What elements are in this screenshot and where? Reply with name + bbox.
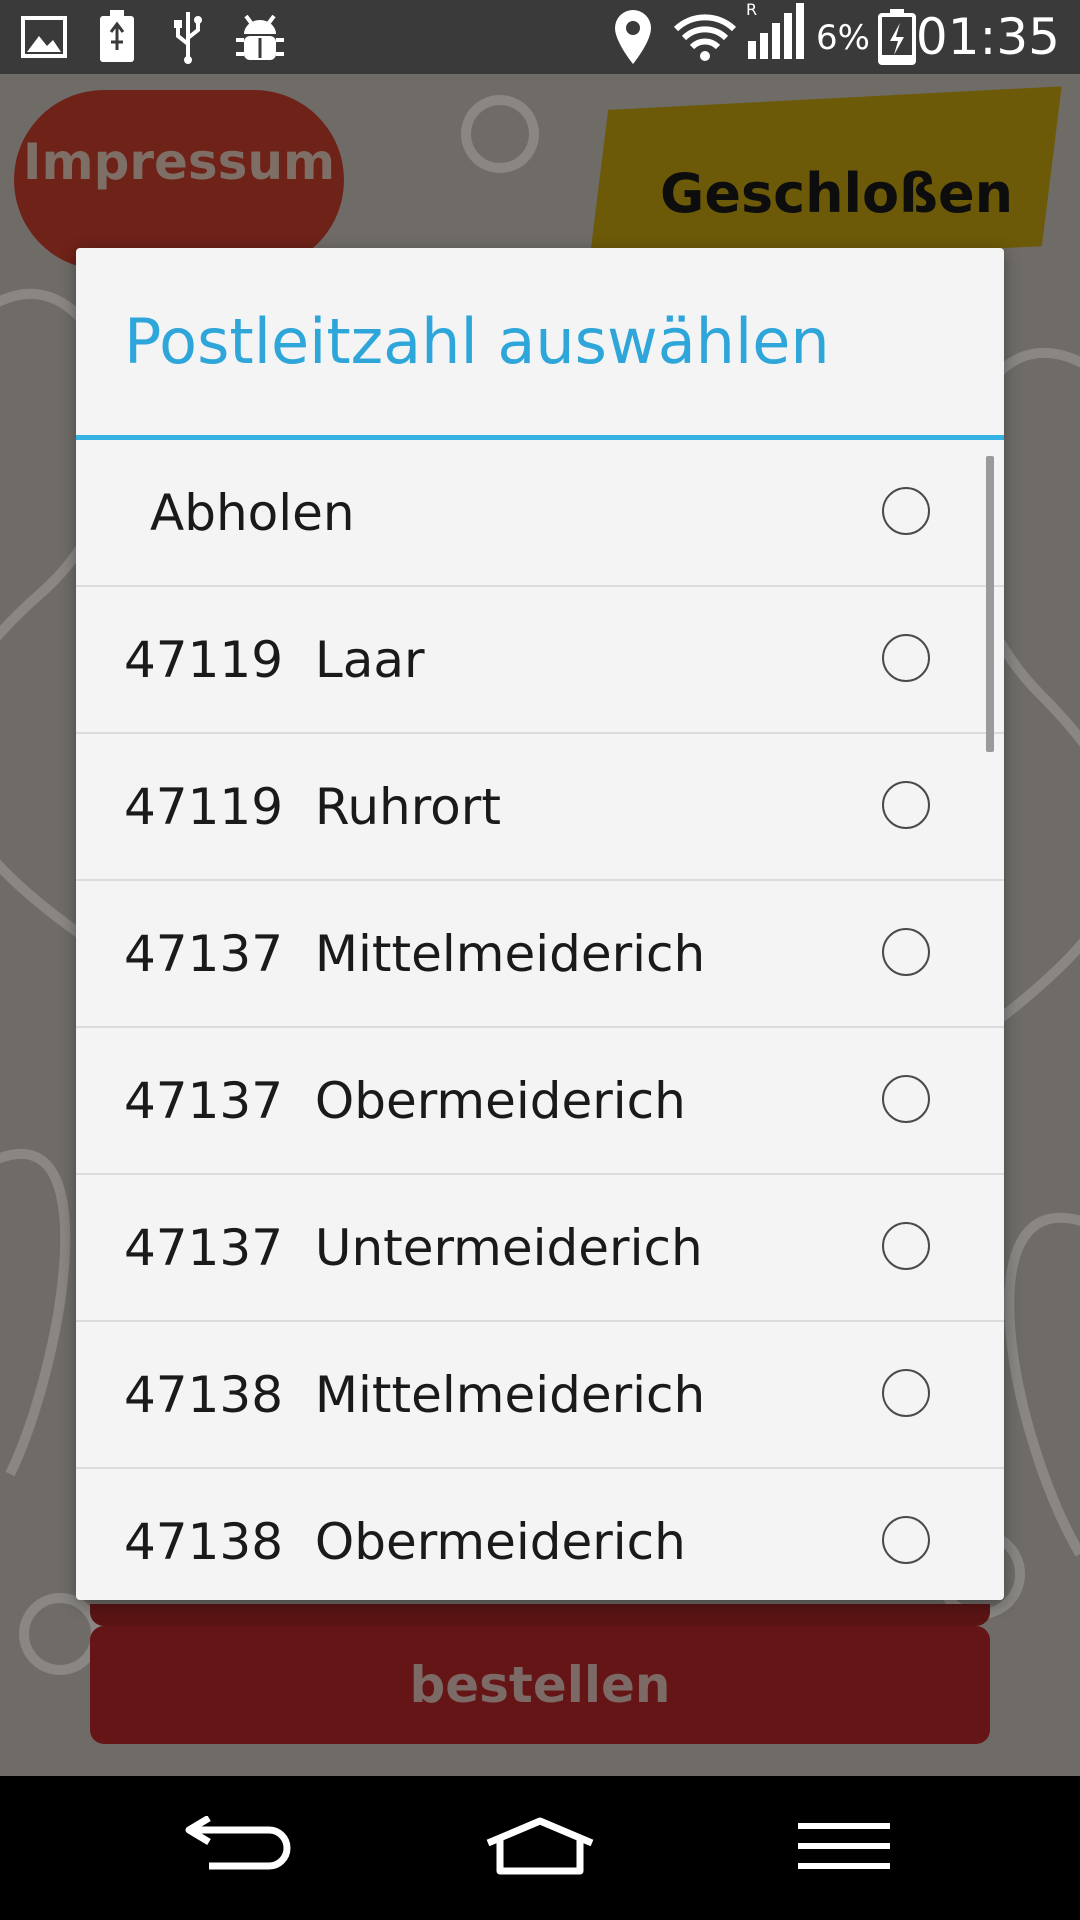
radio-button[interactable] — [882, 1369, 930, 1417]
wifi-icon — [672, 10, 738, 64]
location-pin-icon — [612, 10, 654, 64]
radio-button[interactable] — [882, 487, 930, 535]
radio-button[interactable] — [882, 1222, 930, 1270]
radio-button[interactable] — [882, 928, 930, 976]
list-item[interactable]: 47119 Laar — [76, 587, 1004, 734]
list-item[interactable]: 47119 Ruhrort — [76, 734, 1004, 881]
list-item-label: 47137 Obermeiderich — [124, 1071, 686, 1130]
list-item-label: 47137 Mittelmeiderich — [124, 924, 706, 983]
home-button[interactable] — [460, 1804, 620, 1892]
list-item-pickup[interactable]: Abholen — [76, 440, 1004, 587]
radio-button[interactable] — [882, 634, 930, 682]
list-item-label: 47138 Mittelmeiderich — [124, 1365, 706, 1424]
usb-icon — [170, 10, 206, 64]
svg-text:R: R — [746, 1, 757, 19]
back-button[interactable] — [158, 1804, 318, 1892]
list-item[interactable]: 47137 Mittelmeiderich — [76, 881, 1004, 1028]
list-scrollbar[interactable] — [986, 456, 994, 752]
back-icon — [183, 1814, 293, 1880]
postcode-list[interactable]: Abholen 47119 Laar 47119 Ruhrort 47137 M… — [76, 440, 1004, 1600]
previous-button-edge — [90, 1604, 990, 1626]
android-debug-icon — [232, 10, 288, 64]
list-item-label: 47138 Obermeiderich — [124, 1512, 686, 1571]
image-icon — [20, 10, 68, 64]
list-item[interactable]: 47138 Mittelmeiderich — [76, 1322, 1004, 1469]
impressum-label: Impressum — [22, 133, 336, 191]
signal-icon: R — [746, 1, 806, 59]
order-button[interactable]: bestellen — [90, 1626, 990, 1744]
list-item-label: Abholen — [150, 483, 355, 542]
impressum-button[interactable]: Impressum — [14, 90, 344, 270]
radio-button[interactable] — [882, 1075, 930, 1123]
list-item-label: 47119 Ruhrort — [124, 777, 501, 836]
menu-icon — [796, 1822, 892, 1874]
status-bar: R 6% 01:35 — [0, 0, 1080, 74]
list-item-label: 47137 Untermeiderich — [124, 1218, 703, 1277]
list-item[interactable]: 47137 Obermeiderich — [76, 1028, 1004, 1175]
battery-percent: 6% — [816, 18, 870, 58]
list-item[interactable]: 47138 Obermeiderich — [76, 1469, 1004, 1600]
battery-icon — [878, 9, 916, 65]
order-label: bestellen — [409, 1656, 671, 1714]
menu-button[interactable] — [764, 1804, 924, 1892]
status-time: 01:35 — [915, 8, 1060, 66]
home-icon — [482, 1817, 598, 1879]
radio-button[interactable] — [882, 1516, 930, 1564]
status-label: Geschloßen — [660, 162, 1014, 225]
radio-button[interactable] — [882, 781, 930, 829]
list-item[interactable]: 47137 Untermeiderich — [76, 1175, 1004, 1322]
postcode-dialog: Postleitzahl auswählen Abholen 47119 Laa… — [76, 248, 1004, 1600]
battery-charging-icon — [98, 10, 136, 64]
navigation-bar — [0, 1776, 1080, 1920]
dialog-title: Postleitzahl auswählen — [76, 248, 1004, 440]
list-item-label: 47119 Laar — [124, 630, 425, 689]
